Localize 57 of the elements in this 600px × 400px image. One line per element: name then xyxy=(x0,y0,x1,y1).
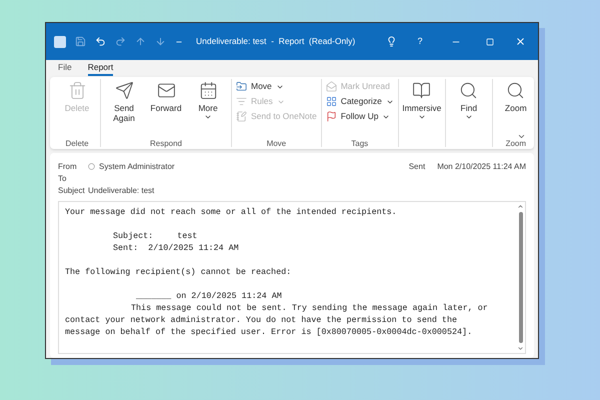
arrow-down-icon[interactable] xyxy=(155,36,166,47)
body-text: Sent: 2/10/2025 11:24 AM xyxy=(112,242,240,254)
group-label: Delete xyxy=(65,139,89,148)
envelope-icon xyxy=(156,81,176,100)
search-icon xyxy=(459,81,478,100)
group-label: Zoom xyxy=(506,139,526,148)
body-text: _______ on 2/10/2025 11:24 AM xyxy=(135,290,283,302)
error-paragraph: This message could not be sent. Try sending the message again later, or contact your network administrator. You do not have the permission to send the message on behalf of the specified user. Error is [0x80070005-0x0004dc-0x000524]. xyxy=(65,302,489,338)
help-button[interactable]: ? xyxy=(406,34,434,48)
subject-label: Subject xyxy=(58,185,86,197)
ribbon-button[interactable]: Follow Up xyxy=(326,111,394,122)
body-text: test xyxy=(177,230,198,242)
window-title: Undeliverable: test - Report (Read-Only) xyxy=(196,35,356,48)
body-text: Your message did not reach some or all of the intended recipients. xyxy=(65,206,398,218)
group-label: Respond xyxy=(150,139,182,148)
sent-label: Sent xyxy=(408,161,426,173)
send-icon xyxy=(114,81,134,100)
group-label: Move xyxy=(266,139,286,148)
ribbon-button[interactable]: Find xyxy=(450,81,488,136)
ribbon-tab[interactable]: File xyxy=(58,61,72,76)
notebook-icon xyxy=(236,111,247,122)
sender-name: System Administrator xyxy=(99,161,175,173)
app-logo-icon xyxy=(54,36,66,48)
presence-icon xyxy=(88,163,95,170)
ribbon-button[interactable]: Zoom xyxy=(496,81,534,136)
save-icon[interactable] xyxy=(75,36,86,47)
subject-text: Undeliverable: test xyxy=(88,185,154,197)
maximize-icon[interactable] xyxy=(486,38,494,46)
ribbon-button[interactable]: Send Again xyxy=(105,81,143,136)
ribbon-button[interactable]: Categorize xyxy=(326,96,394,107)
ribbon-button[interactable]: Immersive xyxy=(402,81,441,136)
list-icon xyxy=(236,96,247,107)
from-label: From xyxy=(58,161,78,173)
undo-icon[interactable] xyxy=(95,36,106,47)
ribbon-button[interactable]: Forward xyxy=(147,81,185,136)
sent-date: Mon 2/10/2025 11:24 AM xyxy=(437,161,526,173)
ribbon-button[interactable]: Move xyxy=(236,81,317,92)
collapse-icon[interactable] xyxy=(517,132,526,141)
scroll-down-icon[interactable] xyxy=(517,345,524,352)
envelope-icon xyxy=(326,81,337,92)
close-icon[interactable] xyxy=(515,36,526,47)
to-label: To xyxy=(58,173,68,185)
redo-icon[interactable] xyxy=(115,36,126,47)
body-text: Subject: xyxy=(113,230,154,242)
calendar-icon xyxy=(198,81,218,100)
book-icon xyxy=(412,81,432,100)
body-text: The following recipient(s) cannot be reached: xyxy=(65,266,292,278)
arrow-up-icon[interactable] xyxy=(135,36,146,47)
grid-icon xyxy=(326,96,337,107)
lightbulb-icon[interactable] xyxy=(386,36,397,47)
search-icon xyxy=(506,81,526,100)
group-label: Tags xyxy=(351,139,368,148)
trash-icon xyxy=(68,81,86,100)
folder-icon xyxy=(236,81,247,92)
flag-icon xyxy=(326,111,337,122)
ribbon-button[interactable]: More xyxy=(189,81,227,136)
scroll-up-icon[interactable] xyxy=(517,203,524,210)
